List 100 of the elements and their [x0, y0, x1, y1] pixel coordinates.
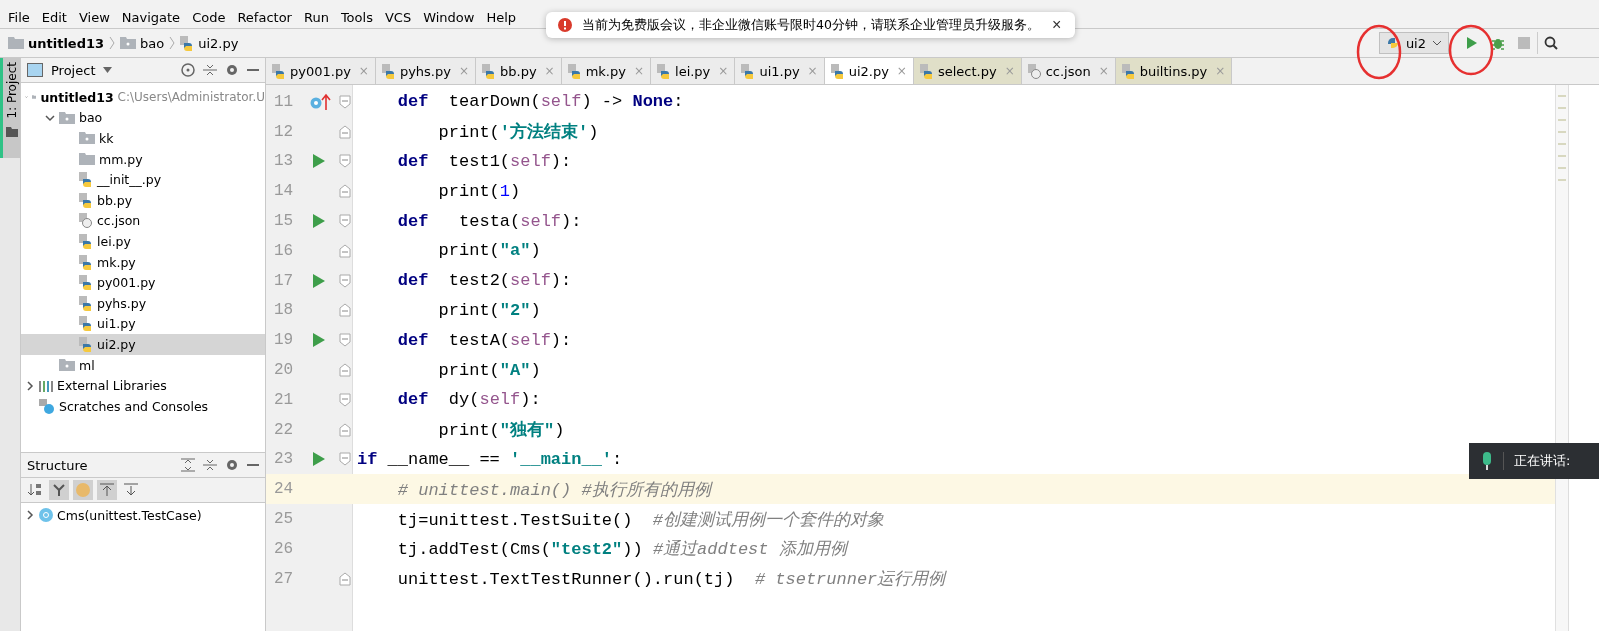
tree-item[interactable]: Scratches and Consoles — [21, 395, 265, 417]
structure-item[interactable]: Cms(unittest.TestCase) — [21, 505, 265, 526]
python-file-icon — [79, 295, 93, 311]
menu-item[interactable]: VCS — [378, 9, 418, 25]
caret-icon[interactable] — [103, 67, 113, 73]
menu-item[interactable]: Window — [417, 9, 481, 25]
fold-marker-icon[interactable] — [338, 184, 351, 199]
arrow-up-icon — [100, 483, 114, 497]
code-line: print(1) — [437, 181, 521, 201]
code-line: print("a") — [437, 241, 541, 261]
menu-item[interactable]: Run — [297, 9, 335, 25]
fold-marker-icon[interactable] — [338, 392, 351, 407]
folder-icon — [5, 126, 18, 137]
menu-item[interactable]: View — [72, 9, 116, 25]
tree-item[interactable]: __init__.py — [21, 169, 265, 190]
python-file-icon — [830, 63, 845, 79]
menu-item[interactable]: Help — [480, 9, 523, 25]
code-line: print("2") — [437, 300, 541, 320]
tree-item[interactable]: ui2.py — [21, 334, 265, 355]
tree-item[interactable]: External Libraries — [21, 375, 265, 396]
editor-tab[interactable]: bb.py × — [476, 58, 562, 84]
tree-item[interactable]: py001.py — [21, 272, 265, 293]
project-tool-button[interactable]: 1: Project — [0, 58, 20, 158]
menu-item[interactable]: File — [2, 9, 36, 25]
editor-tab[interactable]: ui2.py × — [824, 58, 914, 84]
autoscroll-to-source-button[interactable] — [97, 480, 117, 500]
override-marker-icon[interactable] — [310, 92, 332, 111]
fold-marker-icon[interactable] — [338, 214, 351, 229]
code-line: # unittest.main() #执行所有的用例 — [396, 479, 711, 501]
line-number: 25 — [273, 510, 295, 529]
python-file-icon — [381, 63, 396, 79]
fold-marker-icon[interactable] — [338, 333, 351, 348]
run-configuration-dropdown[interactable]: ui2 — [1378, 32, 1449, 54]
settings-icon[interactable] — [225, 63, 239, 77]
tree-item[interactable]: bb.py — [21, 189, 265, 211]
run-test-icon[interactable] — [312, 153, 326, 170]
folder-icon — [8, 37, 24, 49]
editor-tab[interactable]: builtins.py × — [1115, 58, 1233, 84]
run-test-icon[interactable] — [312, 332, 326, 349]
python-icon — [1385, 36, 1400, 50]
tree-item[interactable]: kk — [21, 128, 265, 149]
breadcrumb-chevron-icon — [109, 36, 116, 50]
fold-marker-icon[interactable] — [338, 422, 351, 437]
fold-marker-icon[interactable] — [338, 571, 351, 586]
line-number: 24 — [273, 480, 295, 499]
line-number: 23 — [273, 450, 295, 469]
run-test-icon[interactable] — [312, 451, 326, 468]
editor-tab[interactable]: pyhs.py × — [375, 58, 476, 84]
line-number: 27 — [273, 569, 295, 588]
editor-tab[interactable]: ui1.py × — [735, 58, 825, 84]
menu-item[interactable]: Refactor — [231, 9, 298, 25]
tree-item[interactable]: mk.py — [21, 251, 265, 273]
panel-title[interactable]: Project — [51, 62, 96, 78]
menu-item[interactable]: Navigate — [115, 9, 187, 25]
fold-marker-icon[interactable] — [338, 243, 351, 258]
collapse-icon[interactable] — [203, 458, 217, 472]
menu-item[interactable]: Edit — [35, 9, 73, 25]
show-inherited-button[interactable] — [49, 480, 69, 500]
run-test-icon[interactable] — [312, 213, 326, 230]
collapse-icon[interactable] — [203, 63, 217, 77]
editor-tab[interactable]: lei.py × — [651, 58, 736, 84]
python-file-icon — [567, 63, 582, 79]
python-file-icon — [79, 172, 93, 188]
fold-marker-icon[interactable] — [338, 452, 351, 467]
fold-marker-icon[interactable] — [338, 124, 351, 139]
tree-item[interactable]: pyhs.py — [21, 292, 265, 314]
editor-tab[interactable]: py001.py × — [266, 58, 376, 84]
breadcrumb[interactable]: untitled13 — [8, 35, 105, 51]
run-test-icon[interactable] — [312, 272, 326, 289]
close-button[interactable]: × — [1049, 16, 1064, 34]
editor-tab[interactable]: mk.py × — [561, 58, 651, 84]
tree-item[interactable]: ui1.py — [21, 313, 265, 335]
show-fields-button[interactable] — [73, 480, 93, 500]
tree-item[interactable]: lei.py — [21, 231, 265, 252]
breadcrumb[interactable]: ui2.py — [180, 35, 239, 51]
menu-item[interactable]: Code — [186, 9, 232, 25]
tree-item[interactable]: bao — [21, 107, 265, 129]
editor-tab[interactable]: select.py × — [913, 58, 1022, 84]
fold-marker-icon[interactable] — [338, 273, 351, 288]
tree-item[interactable]: cc.json — [21, 210, 265, 232]
code-line: tj.addTest(Cms("test2")) #通过addtest 添加用例 — [396, 539, 847, 561]
code-line: def test2(self): — [396, 271, 572, 291]
breadcrumb[interactable]: bao — [120, 35, 165, 51]
editor-tab[interactable]: cc.json × — [1021, 58, 1116, 84]
notification-text: 当前为免费版会议，非企业微信账号限时40分钟，请联系企业管理员升级服务。 — [582, 16, 1040, 34]
locate-icon[interactable] — [181, 63, 195, 77]
tree-item[interactable]: ml — [21, 354, 265, 376]
expand-all-icon[interactable] — [181, 458, 195, 472]
fold-marker-icon[interactable] — [338, 303, 351, 318]
line-number: 12 — [273, 122, 295, 141]
python-file-icon — [657, 63, 671, 79]
fold-marker-icon[interactable] — [338, 94, 351, 109]
package-icon — [59, 111, 75, 124]
fold-marker-icon[interactable] — [338, 154, 351, 169]
tree-item[interactable]: untitled13 C:\Users\Administrator.U — [21, 87, 265, 108]
menu-item[interactable]: Tools — [334, 9, 379, 25]
fold-marker-icon[interactable] — [338, 363, 351, 378]
settings-icon[interactable] — [225, 458, 239, 472]
tree-item[interactable]: mm.py — [21, 148, 265, 170]
line-number: 18 — [273, 301, 295, 320]
